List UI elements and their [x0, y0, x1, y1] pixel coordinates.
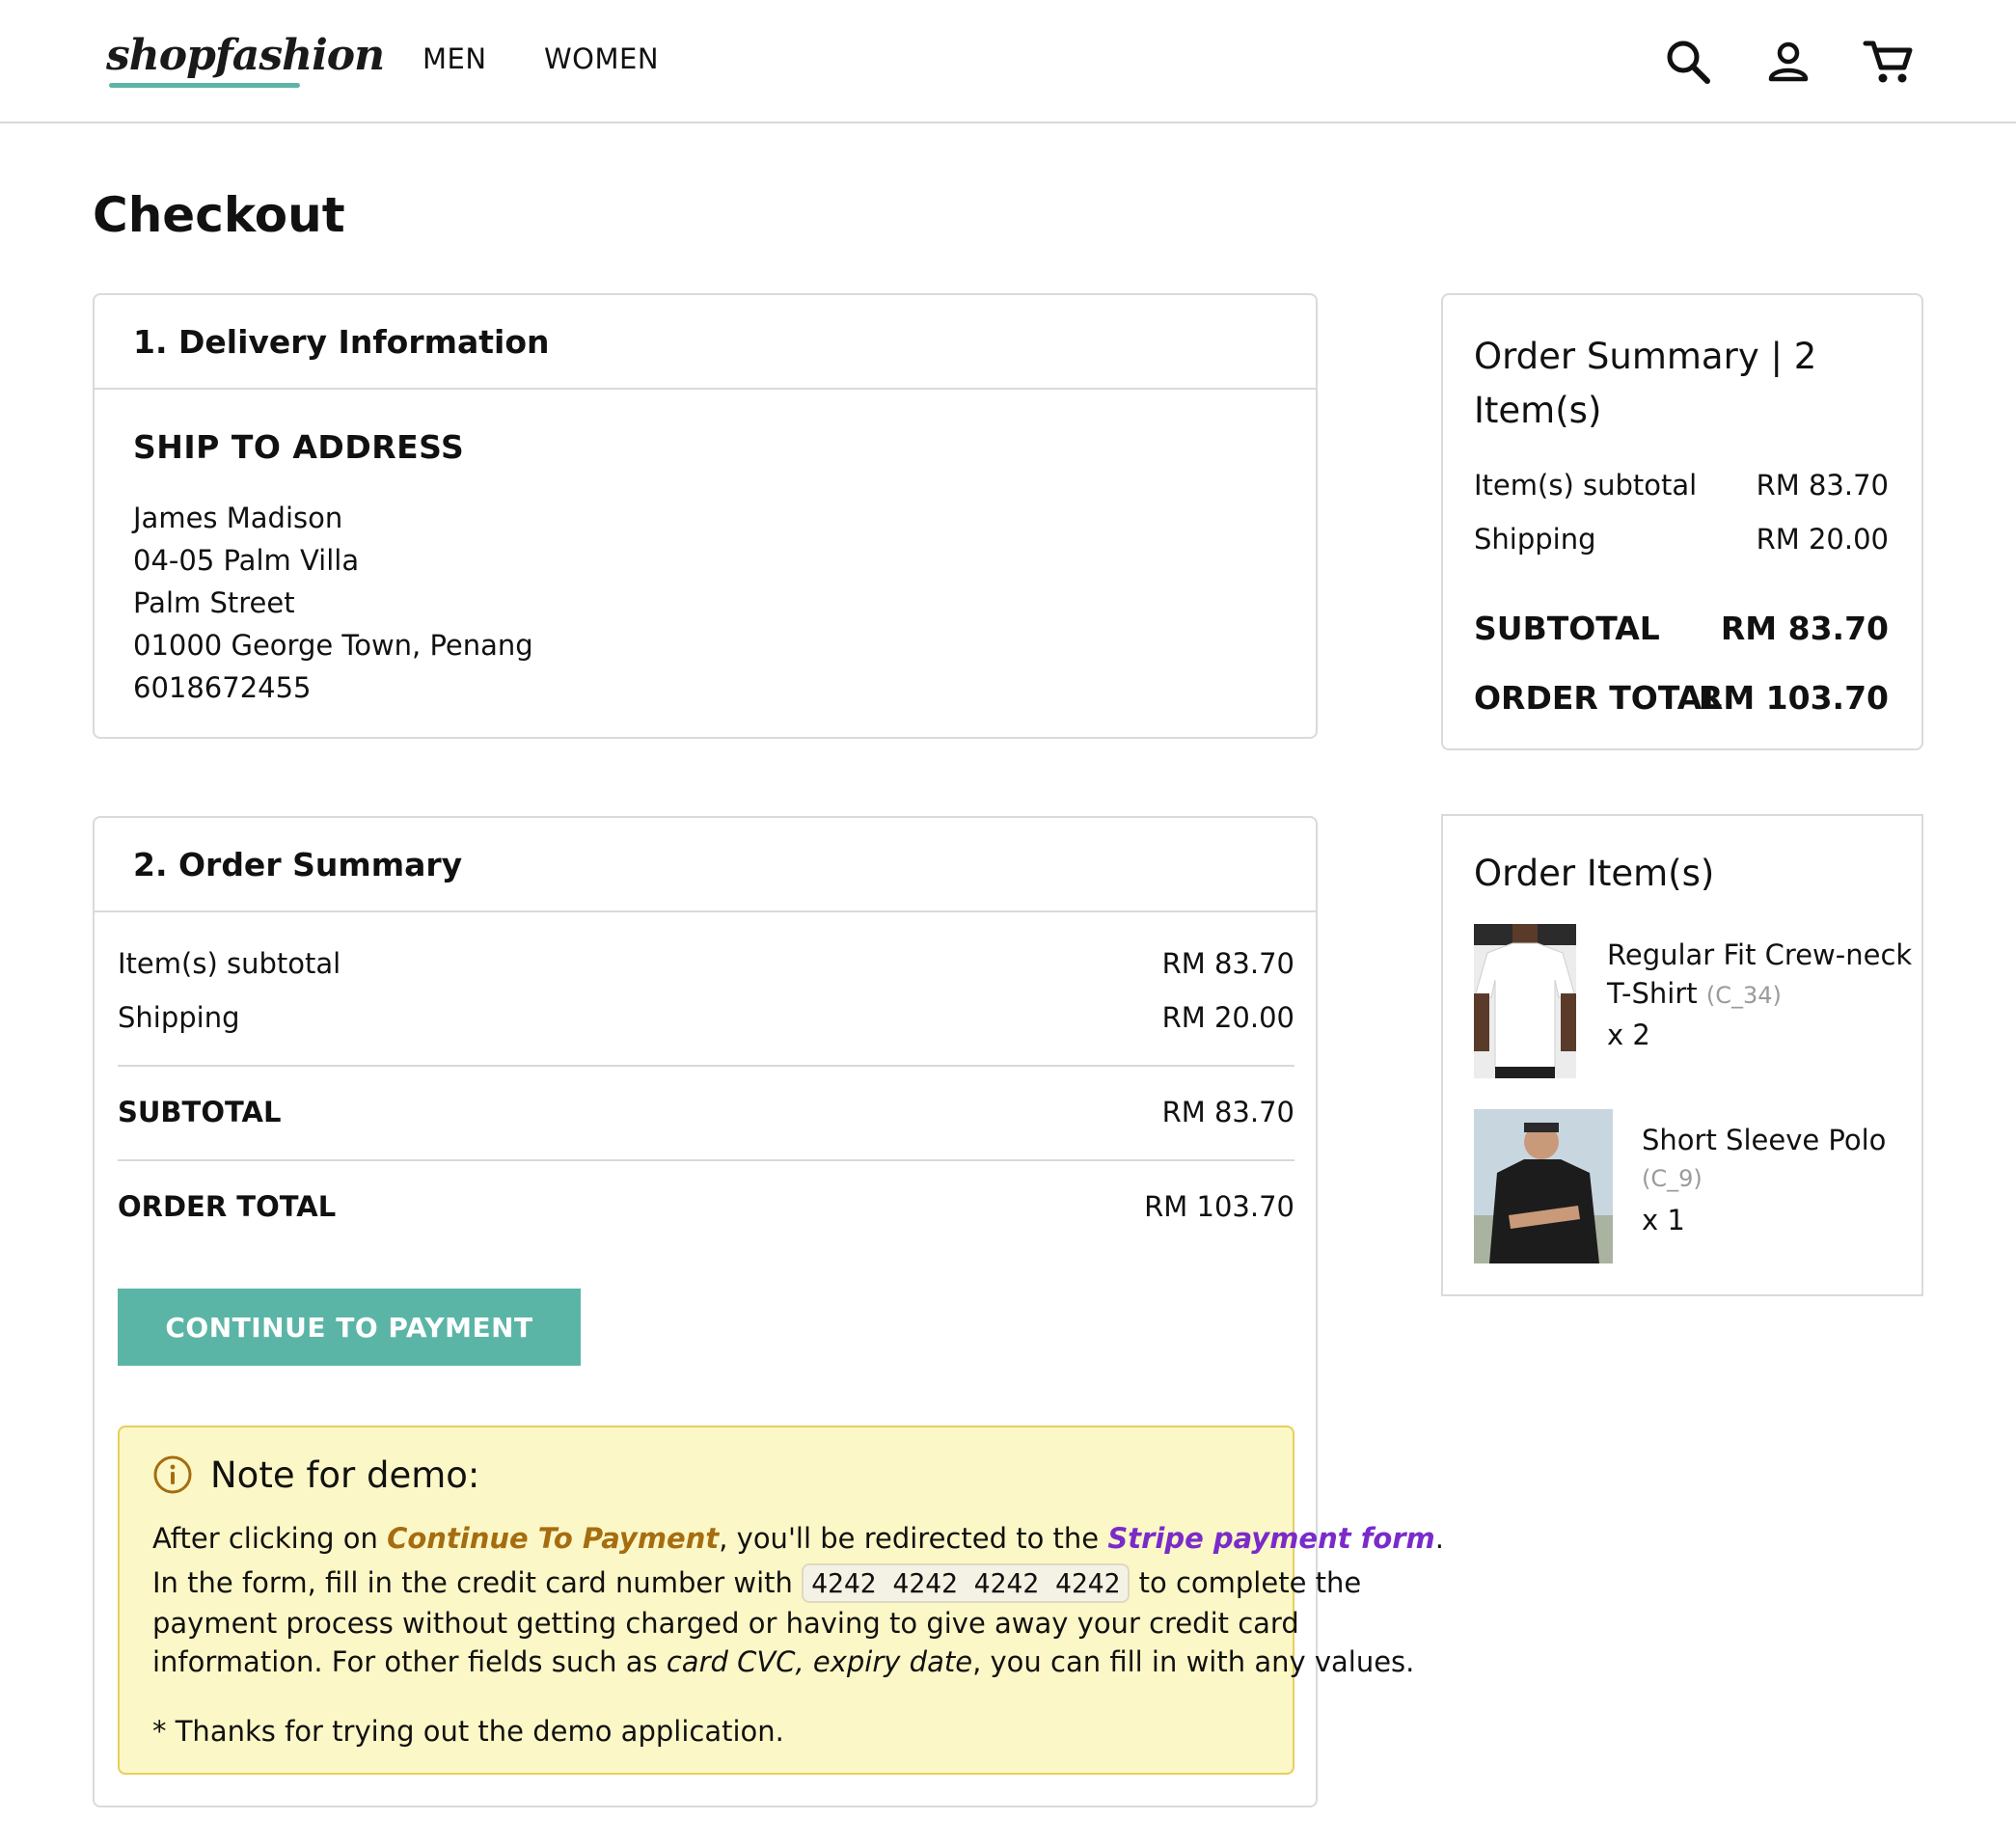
- item-quantity: x 2: [1607, 1019, 1650, 1051]
- note-text: In the form, fill in the credit card num…: [152, 1566, 803, 1599]
- side-items-subtotal-label: Item(s) subtotal: [1474, 469, 1698, 502]
- order-summary-heading: 2. Order Summary: [95, 818, 1316, 912]
- order-total-value: RM 103.70: [1144, 1190, 1294, 1223]
- item-name-line: T-Shirt (C_34): [1607, 974, 1912, 1015]
- note-text: information. For other fields such as: [152, 1645, 667, 1678]
- delivery-information-card: 1. Delivery Information SHIP TO ADDRESS …: [93, 293, 1318, 739]
- item-name[interactable]: Regular Fit Crew-neck T-Shirt (C_34): [1607, 936, 1912, 1015]
- logo-underline: [109, 83, 300, 88]
- address-name: James Madison: [133, 502, 343, 534]
- item-quantity: x 1: [1642, 1204, 1685, 1236]
- note-text: .: [1434, 1522, 1444, 1555]
- item-name-text: T-Shirt: [1607, 977, 1698, 1010]
- summary-divider: [118, 1159, 1294, 1161]
- page-title: Checkout: [93, 187, 345, 243]
- shipping-value: RM 20.00: [1161, 1001, 1294, 1034]
- subtotal-label: SUBTOTAL: [118, 1096, 282, 1128]
- order-items-card: Order Item(s) Regular Fit Crew-neck T-Sh…: [1441, 814, 1923, 1296]
- continue-to-payment-button[interactable]: CONTINUE TO PAYMENT: [118, 1289, 581, 1366]
- ship-to-address-title: SHIP TO ADDRESS: [133, 428, 465, 466]
- note-paragraph-line: information. For other fields such as ca…: [152, 1645, 1414, 1678]
- side-order-total-label: ORDER TOTAL: [1474, 679, 1723, 717]
- demo-note: Note for demo: After clicking on Continu…: [118, 1426, 1444, 1775]
- side-order-total-value: RM 103.70: [1698, 679, 1889, 717]
- tshirt-product-image[interactable]: [1474, 924, 1576, 1078]
- order-items-title: Order Item(s): [1474, 853, 1715, 894]
- note-text: After clicking on: [152, 1522, 388, 1555]
- note-text: to complete the: [1130, 1566, 1362, 1599]
- note-paragraph-line: payment process without getting charged …: [152, 1607, 1299, 1640]
- test-card-number: 4242 4242 4242 4242: [802, 1563, 1131, 1603]
- delivery-heading: 1. Delivery Information: [95, 295, 1316, 390]
- note-text: , you'll be redirected to the: [719, 1522, 1108, 1555]
- cart-icon[interactable]: [1862, 35, 1916, 89]
- shipping-label: Shipping: [118, 1001, 240, 1034]
- order-summary-card: 2. Order Summary Item(s) subtotal RM 83.…: [93, 816, 1444, 1807]
- site-logo[interactable]: shopfashion: [106, 31, 385, 80]
- site-header: shopfashion MEN WOMEN: [0, 0, 2016, 123]
- account-icon[interactable]: [1761, 35, 1815, 89]
- item-sku: (C_34): [1705, 982, 1782, 1009]
- address-city: 01000 George Town, Penang: [133, 629, 533, 662]
- nav-women[interactable]: WOMEN: [544, 42, 659, 75]
- nav-men[interactable]: MEN: [422, 42, 487, 75]
- items-subtotal-value: RM 83.70: [1161, 947, 1294, 980]
- polo-product-image[interactable]: [1474, 1109, 1613, 1263]
- address-line2: Palm Street: [133, 586, 295, 619]
- search-icon[interactable]: [1661, 35, 1715, 89]
- side-summary-title: Order Summary | 2 Item(s): [1474, 336, 1817, 431]
- stripe-payment-form-mention: Stripe payment form: [1107, 1522, 1435, 1555]
- item-name-line: Short Sleeve Polo: [1642, 1124, 1887, 1156]
- note-paragraph-line: After clicking on Continue To Payment, y…: [152, 1522, 1444, 1555]
- side-shipping-label: Shipping: [1474, 523, 1596, 556]
- item-sku: (C_9): [1642, 1165, 1703, 1192]
- side-subtotal-value: RM 83.70: [1720, 610, 1889, 647]
- info-icon: [152, 1454, 193, 1495]
- item-name[interactable]: Short Sleeve Polo (C_9): [1642, 1121, 1886, 1198]
- order-total-label: ORDER TOTAL: [118, 1190, 337, 1223]
- note-italic-text: card CVC, expiry date: [666, 1645, 973, 1678]
- note-title: Note for demo:: [210, 1454, 480, 1496]
- item-name-line: Regular Fit Crew-neck: [1607, 938, 1913, 971]
- address-phone: 6018672455: [133, 671, 312, 704]
- side-order-summary-card: Order Summary | 2 Item(s) Item(s) subtot…: [1441, 293, 1923, 750]
- subtotal-value: RM 83.70: [1161, 1096, 1294, 1128]
- side-items-subtotal-value: RM 83.70: [1756, 469, 1889, 502]
- note-paragraph-line: In the form, fill in the credit card num…: [152, 1563, 1362, 1603]
- address-line1: 04-05 Palm Villa: [133, 544, 360, 577]
- side-shipping-value: RM 20.00: [1756, 523, 1889, 556]
- continue-to-payment-mention: Continue To Payment: [387, 1522, 720, 1555]
- side-subtotal-label: SUBTOTAL: [1474, 610, 1660, 647]
- note-thanks: * Thanks for trying out the demo applica…: [152, 1715, 784, 1748]
- summary-divider: [118, 1065, 1294, 1067]
- items-subtotal-label: Item(s) subtotal: [118, 947, 341, 980]
- note-text: , you can fill in with any values.: [972, 1645, 1415, 1678]
